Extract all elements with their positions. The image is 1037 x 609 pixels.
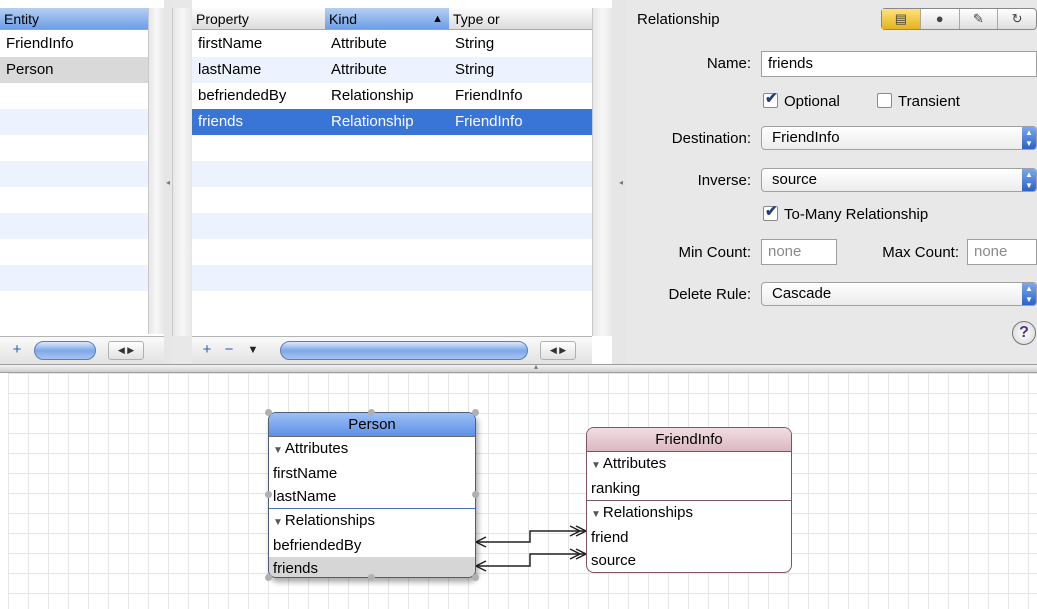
property-column-header[interactable]: Property — [192, 8, 325, 30]
selection-handle[interactable] — [368, 409, 375, 416]
scroll-left-icon[interactable]: ◀ — [118, 345, 125, 355]
friendinfo-entity-title: FriendInfo — [587, 428, 791, 452]
entity-table: Entity FriendInfo Person + ◀ ▶ — [0, 0, 164, 364]
checkbox-box: ✔ — [763, 203, 778, 221]
friends-source-line — [476, 553, 588, 567]
wrench-tab-icon[interactable]: ✎ — [960, 9, 999, 29]
selection-handle[interactable] — [472, 491, 479, 498]
to-many-checkbox[interactable]: ✔ To-Many Relationship — [763, 203, 928, 223]
person-attribute[interactable]: firstName — [269, 462, 475, 485]
min-count-field[interactable]: none — [761, 239, 837, 265]
friendinfo-entity-box[interactable]: FriendInfo ▼ Attributes ranking ▼ Relation… — [586, 427, 792, 573]
person-attributes-header[interactable]: ▼ Attributes — [269, 437, 475, 462]
relationship-inspector: Relationship ▤ ● ✎ ↻ Name: friends ✔ Opti… — [627, 0, 1037, 364]
min-count-label: Min Count: — [678, 244, 751, 261]
property-row[interactable]: befriendedBy Relationship FriendInfo — [192, 83, 592, 109]
max-count-label: Max Count: — [882, 244, 959, 261]
property-action-menu-icon[interactable]: ▼ — [244, 341, 262, 359]
popup-arrows-icon: ▲ ▼ — [1022, 127, 1036, 149]
scroll-right-icon[interactable]: ▶ — [559, 345, 566, 355]
friendinfo-attribute[interactable]: ranking — [587, 477, 791, 500]
entity-horizontal-scroll-knob[interactable] — [34, 341, 96, 360]
property-row[interactable]: firstName Attribute String — [192, 31, 592, 57]
person-entity-title: Person — [269, 413, 475, 437]
selection-handle[interactable] — [368, 574, 375, 581]
scroll-right-icon[interactable]: ▶ — [127, 345, 134, 355]
diagram-split-bar[interactable]: ▴ — [0, 362, 1037, 373]
destination-label: Destination: — [671, 130, 751, 147]
pane-gutter — [172, 8, 192, 336]
inverse-label: Inverse: — [697, 172, 751, 189]
person-relationship[interactable]: befriendedBy — [269, 534, 475, 557]
kind-column-header[interactable]: Kind ▲ — [325, 8, 449, 30]
property-row-selected[interactable]: friends Relationship FriendInfo — [192, 109, 592, 135]
transient-checkbox[interactable]: Transient — [877, 93, 960, 110]
disclosure-triangle-icon: ▼ — [591, 460, 601, 471]
model-diagram-canvas[interactable]: Person ▼ Attributes firstName lastName ▼ R… — [8, 373, 1037, 609]
friendinfo-attributes-header[interactable]: ▼ Attributes — [587, 452, 791, 477]
friendinfo-relationship[interactable]: source — [587, 549, 791, 572]
entity-vertical-scrollbar[interactable] — [148, 8, 164, 334]
delete-rule-popup[interactable]: Cascade ▲ ▼ — [761, 282, 1037, 306]
grip-icon: ◂ — [619, 178, 624, 187]
property-vertical-scrollbar[interactable] — [592, 8, 612, 336]
selection-handle[interactable] — [472, 409, 479, 416]
sync-tab-icon[interactable]: ↻ — [998, 9, 1036, 29]
destination-popup[interactable]: FriendInfo ▲ ▼ — [761, 126, 1037, 150]
selection-handle[interactable] — [265, 574, 272, 581]
help-button[interactable]: ? — [1012, 321, 1036, 345]
entity-column-header[interactable]: Entity — [0, 8, 148, 30]
popup-arrows-icon: ▲ ▼ — [1022, 169, 1036, 191]
grip-icon: ◂ — [166, 178, 171, 187]
friendinfo-relationship[interactable]: friend — [587, 526, 791, 549]
entity-bottom-bar: + ◀ ▶ — [0, 336, 164, 364]
name-field[interactable]: friends — [761, 51, 1037, 77]
property-bottom-bar: + − ▼ ◀ ▶ — [192, 336, 592, 364]
property-row[interactable]: lastName Attribute String — [192, 57, 592, 83]
optional-checkbox[interactable]: ✔ Optional — [763, 90, 840, 110]
split-handle-left[interactable]: ◂ — [164, 0, 172, 364]
selection-handle[interactable] — [265, 409, 272, 416]
add-property-button[interactable]: + — [198, 341, 216, 359]
model-editor-top: Entity FriendInfo Person + ◀ ▶ ◂ Propert… — [0, 0, 1037, 364]
entity-row[interactable]: FriendInfo — [0, 31, 164, 57]
relationship-lines — [474, 525, 588, 572]
selection-handle[interactable] — [265, 491, 272, 498]
checkmark-icon: ✔ — [765, 90, 778, 107]
befriendedby-friend-line — [476, 530, 588, 543]
person-relationships-header[interactable]: ▼ Relationships — [269, 508, 475, 534]
entity-row-selected[interactable]: Person — [0, 57, 164, 83]
grip-icon: ▴ — [534, 362, 539, 371]
general-tab-icon[interactable]: ▤ — [882, 9, 921, 29]
property-horizontal-scroll-knob[interactable] — [280, 341, 528, 360]
sort-ascending-icon: ▲ — [432, 13, 443, 25]
type-column-header[interactable]: Type or — [449, 8, 592, 30]
checkmark-icon: ✔ — [765, 203, 778, 220]
property-table: Property Kind ▲ Type or firstName Attrib… — [192, 0, 612, 364]
entity-scroll-arrows[interactable]: ◀ ▶ — [108, 341, 144, 360]
user-info-tab-icon[interactable]: ● — [921, 9, 960, 29]
split-handle-right[interactable]: ◂ — [612, 0, 627, 364]
disclosure-triangle-icon: ▼ — [273, 517, 283, 528]
max-count-field[interactable]: none — [967, 239, 1037, 265]
property-scroll-arrows[interactable]: ◀ ▶ — [540, 341, 576, 360]
add-entity-button[interactable]: + — [8, 341, 26, 359]
inverse-popup[interactable]: source ▲ ▼ — [761, 168, 1037, 192]
inspector-mode-tabs: ▤ ● ✎ ↻ — [881, 8, 1037, 30]
selection-handle[interactable] — [472, 574, 479, 581]
delete-rule-label: Delete Rule: — [668, 286, 751, 303]
disclosure-triangle-icon: ▼ — [273, 445, 283, 456]
checkbox-box: ✔ — [763, 90, 778, 108]
scroll-left-icon[interactable]: ◀ — [550, 345, 557, 355]
inspector-title: Relationship — [637, 11, 720, 28]
popup-arrows-icon: ▲ ▼ — [1022, 283, 1036, 305]
disclosure-triangle-icon: ▼ — [591, 509, 601, 520]
checkbox-box — [877, 93, 892, 108]
person-attribute[interactable]: lastName — [269, 485, 475, 508]
friendinfo-relationships-header[interactable]: ▼ Relationships — [587, 500, 791, 526]
person-entity-box[interactable]: Person ▼ Attributes firstName lastName ▼ R… — [268, 412, 476, 578]
name-label: Name: — [706, 55, 751, 72]
remove-property-button[interactable]: − — [220, 341, 238, 359]
